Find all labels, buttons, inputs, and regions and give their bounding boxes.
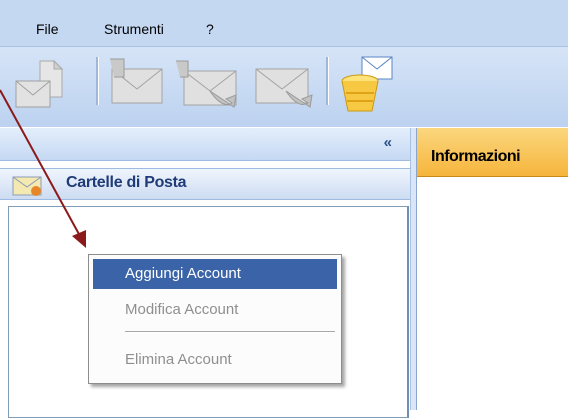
menu-strumenti[interactable]: Strumenti: [104, 21, 164, 37]
reply-all-icon: [176, 60, 237, 108]
toolbar: [0, 46, 568, 127]
new-message-button[interactable]: [10, 55, 72, 118]
mail-folders-icon: [12, 173, 46, 200]
menu-bar: File Strumenti ?: [0, 0, 568, 46]
empty-trash-icon: [341, 56, 393, 112]
context-menu: Aggiungi Account Modifica Account Elimin…: [88, 254, 342, 384]
toolbar-separator: [326, 57, 329, 105]
new-message-icon: [15, 59, 64, 108]
menu-file[interactable]: File: [36, 21, 59, 37]
forward-button[interactable]: [250, 55, 320, 118]
collapse-panel-button[interactable]: «: [384, 134, 392, 151]
delete-account-menu-item[interactable]: Elimina Account: [93, 345, 337, 375]
folders-title: Cartelle di Posta: [66, 174, 187, 191]
reply-all-button[interactable]: [170, 55, 242, 118]
empty-trash-button[interactable]: [334, 55, 400, 120]
forward-icon: [255, 68, 313, 108]
edit-account-menu-item[interactable]: Modifica Account: [93, 295, 337, 325]
info-tab-label: Informazioni: [431, 148, 521, 165]
panel-header: «: [0, 128, 410, 161]
info-panel: Informazioni: [416, 128, 568, 410]
menu-help[interactable]: ?: [206, 21, 214, 37]
reply-icon: [110, 58, 163, 104]
folders-header[interactable]: Cartelle di Posta: [0, 168, 410, 200]
info-tab[interactable]: Informazioni: [417, 128, 568, 177]
add-account-menu-item[interactable]: Aggiungi Account: [93, 259, 337, 289]
reply-button[interactable]: [104, 55, 166, 118]
menu-separator: [125, 331, 335, 333]
toolbar-separator: [96, 57, 99, 105]
